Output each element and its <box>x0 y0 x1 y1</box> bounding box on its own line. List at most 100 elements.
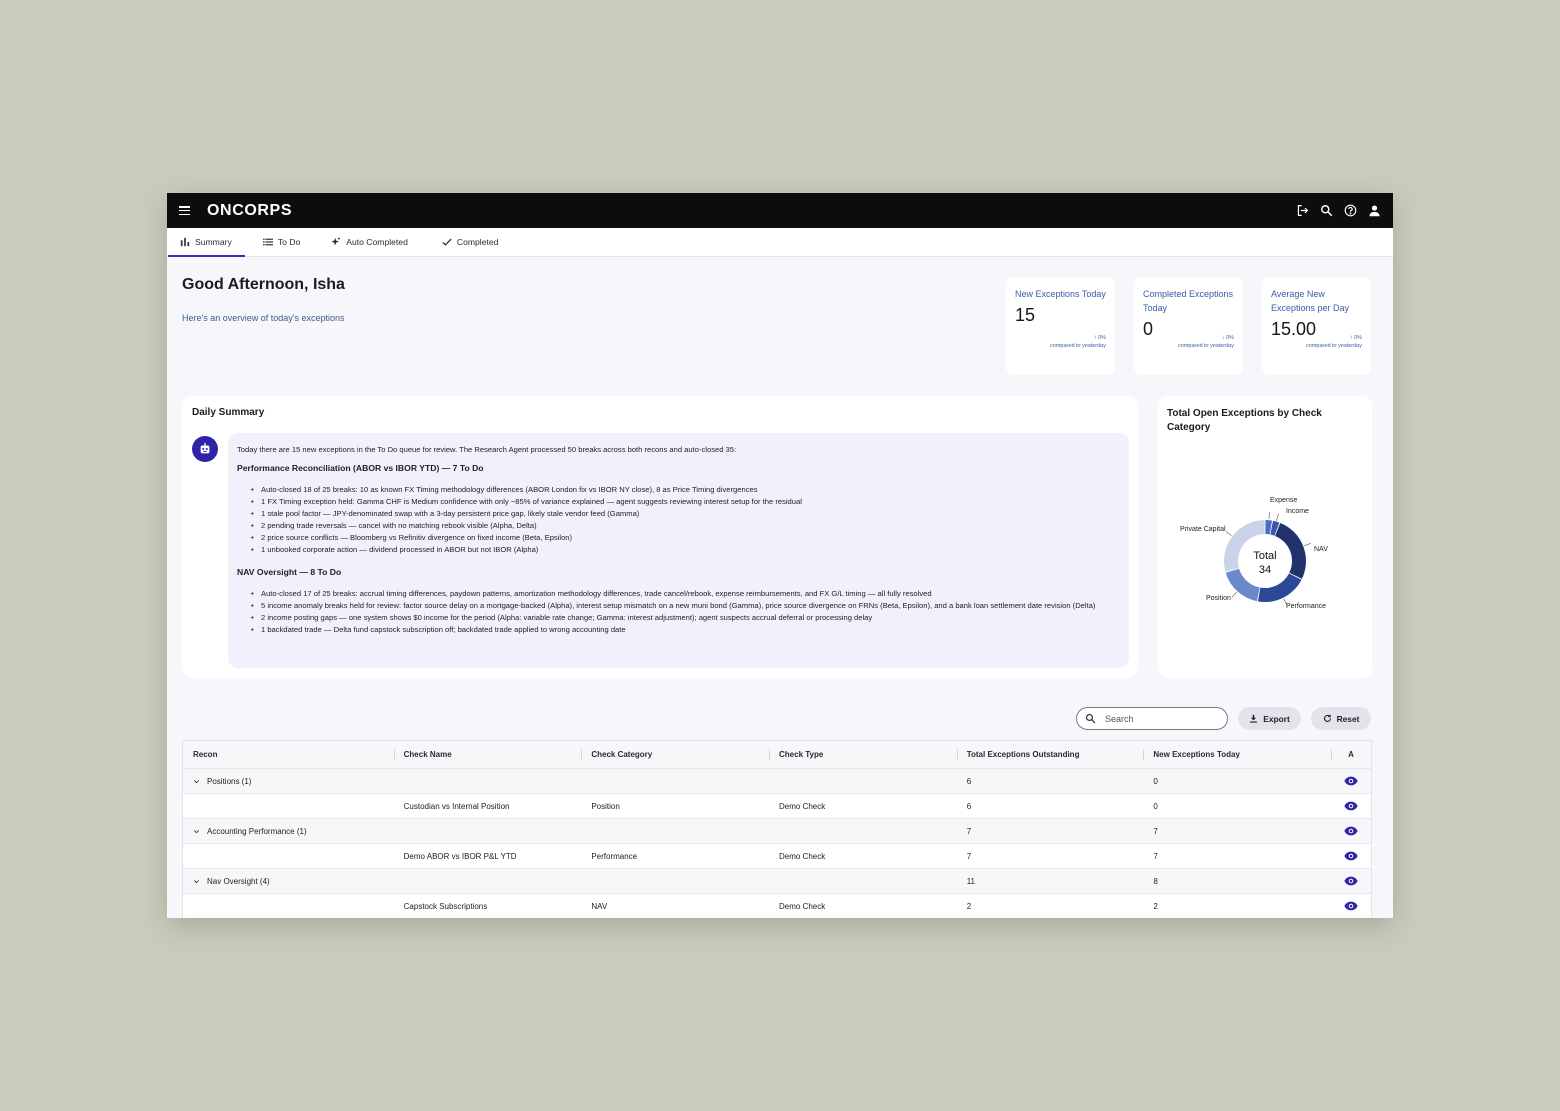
exceptions-by-category-card: Total Open Exceptions by Check Category … <box>1158 396 1372 678</box>
donut-center-total: 34 <box>1259 564 1271 576</box>
bullet-list: Auto-closed 18 of 25 breaks: 10 as known… <box>237 484 1120 556</box>
robot-icon <box>200 442 210 454</box>
column-header-actions[interactable]: A <box>1331 741 1371 768</box>
reset-button[interactable]: Reset <box>1311 707 1371 730</box>
check-name: Capstock Subscriptions <box>403 901 488 911</box>
logout-icon[interactable] <box>1296 204 1309 217</box>
tab-label: Completed <box>456 237 499 247</box>
recon-name: Nav Oversight (4) <box>207 876 270 886</box>
new-exceptions: 8 <box>1153 876 1158 886</box>
section-heading: Performance Reconciliation (ABOR vs IBOR… <box>237 463 484 473</box>
check-type: Demo Check <box>779 801 826 811</box>
tab-completed[interactable]: Completed <box>430 228 512 256</box>
arrow-up-icon: ↑ <box>1093 335 1097 341</box>
page-subtitle: Here's an overview of today's exceptions <box>182 313 345 323</box>
donut-label: Expense <box>1270 497 1297 504</box>
list-item: 5 income anomaly breaks held for review:… <box>251 600 1120 612</box>
eye-icon[interactable] <box>1344 851 1358 861</box>
check-name <box>394 819 582 843</box>
eye-icon[interactable] <box>1344 901 1358 911</box>
new-exceptions: 0 <box>1153 801 1158 811</box>
tab-auto-completed[interactable]: Auto Completed <box>321 228 430 256</box>
total-exceptions: 2 <box>966 901 972 911</box>
check-category <box>581 869 769 893</box>
check-category: Position <box>591 801 620 811</box>
sparkle-icon <box>331 237 341 246</box>
donut-leader-line <box>1225 531 1232 536</box>
tab-label: To Do <box>277 237 301 247</box>
donut-label: NAV <box>1314 546 1328 553</box>
total-exceptions: 6 <box>966 801 972 811</box>
table-group-row[interactable]: Positions (1) 6 0 <box>183 769 1371 794</box>
tab-to-do[interactable]: To Do <box>245 228 321 256</box>
reset-label: Reset <box>1336 713 1360 724</box>
list-item: 1 backdated trade — Delta fund capstock … <box>251 624 1120 636</box>
app-logo[interactable]: ONCORPS <box>207 202 292 220</box>
donut-leader-line <box>1304 543 1311 547</box>
stat-card-average-exceptions: Average New Exceptions per Day 15.00 ↑ 0… <box>1262 277 1371 375</box>
donut-slice-nav[interactable] <box>1275 522 1306 579</box>
donut-label: Income <box>1286 508 1309 515</box>
recon-name <box>183 794 394 818</box>
table-group-row[interactable]: Accounting Performance (1) 7 7 <box>183 819 1371 844</box>
search-input[interactable] <box>1105 713 1215 724</box>
arrow-up-icon: ↑ <box>1349 335 1353 341</box>
eye-icon[interactable] <box>1344 801 1358 811</box>
new-exceptions: 2 <box>1153 901 1158 911</box>
column-header-check-category[interactable]: Check Category <box>581 741 769 768</box>
help-icon[interactable] <box>1344 204 1357 217</box>
export-button[interactable]: Export <box>1238 707 1301 730</box>
check-category <box>581 769 769 793</box>
stat-value: 15 <box>1015 305 1036 325</box>
bullet-list: Auto-closed 17 of 25 breaks: accrual tim… <box>237 588 1120 636</box>
donut-label: Position <box>1206 595 1231 602</box>
eye-icon[interactable] <box>1344 826 1358 836</box>
list-icon <box>262 238 273 246</box>
chevron-down-icon[interactable] <box>193 828 200 835</box>
column-header-total-exceptions[interactable]: Total Exceptions Outstanding <box>956 741 1144 768</box>
export-label: Export <box>1263 713 1290 724</box>
tab-summary[interactable]: Summary <box>168 228 245 257</box>
total-exceptions: 11 <box>966 876 976 886</box>
chevron-down-icon[interactable] <box>193 878 200 885</box>
donut-center-label: Total <box>1253 550 1276 562</box>
table-row[interactable]: Capstock Subscriptions NAV Demo Check 2 … <box>183 894 1371 918</box>
table-header: Recon Check Name Check Category Check Ty… <box>183 741 1371 769</box>
donut-label: Performance <box>1286 603 1326 610</box>
column-header-recon[interactable]: Recon <box>183 741 394 768</box>
new-exceptions: 7 <box>1153 851 1158 861</box>
check-category: NAV <box>591 901 608 911</box>
check-icon <box>442 238 452 246</box>
check-type <box>769 869 957 893</box>
donut-leader-line <box>1231 591 1237 598</box>
eye-icon[interactable] <box>1344 776 1358 786</box>
list-item: 2 pending trade reversals — cancel with … <box>251 520 1120 532</box>
recon-name: Positions (1) <box>207 776 252 786</box>
stat-card-completed-exceptions: Completed Exceptions Today 0 ↓ 0% compare… <box>1134 277 1243 375</box>
account-icon[interactable] <box>1368 204 1381 217</box>
stat-delta: ↓ 0% compared to yesterday <box>1178 335 1234 349</box>
tab-bar: Summary To Do Auto Completed Completed <box>167 228 1393 257</box>
chevron-down-icon[interactable] <box>193 778 200 785</box>
table-group-row[interactable]: Nav Oversight (4) 11 8 <box>183 869 1371 894</box>
new-exceptions: 7 <box>1153 826 1158 836</box>
donut-slice-performance[interactable] <box>1257 573 1302 602</box>
menu-icon[interactable] <box>179 206 190 215</box>
stat-label: New Exceptions Today <box>1015 289 1106 299</box>
check-name <box>394 769 582 793</box>
section-heading: NAV Oversight — 8 To Do <box>237 567 342 577</box>
donut-leader-line <box>1276 513 1279 521</box>
column-header-check-name[interactable]: Check Name <box>393 741 582 768</box>
list-item: 1 FX Timing exception held: Gamma CHF is… <box>251 496 1120 508</box>
donut-chart: Expense Income NAV Performance Position Priva… <box>1180 497 1328 610</box>
check-name <box>394 869 582 893</box>
search-input-wrapper[interactable] <box>1076 707 1228 730</box>
table-row[interactable]: Custodian vs Internal Position Position … <box>183 794 1371 819</box>
column-header-check-type[interactable]: Check Type <box>769 741 957 768</box>
page-title: Good Afternoon, Isha <box>182 276 345 293</box>
list-item: Auto-closed 17 of 25 breaks: accrual tim… <box>251 588 1120 600</box>
column-header-new-exceptions[interactable]: New Exceptions Today <box>1143 741 1331 768</box>
eye-icon[interactable] <box>1344 876 1358 886</box>
table-row[interactable]: Demo ABOR vs IBOR P&L YTD Performance De… <box>183 844 1371 869</box>
search-icon[interactable] <box>1320 204 1333 217</box>
